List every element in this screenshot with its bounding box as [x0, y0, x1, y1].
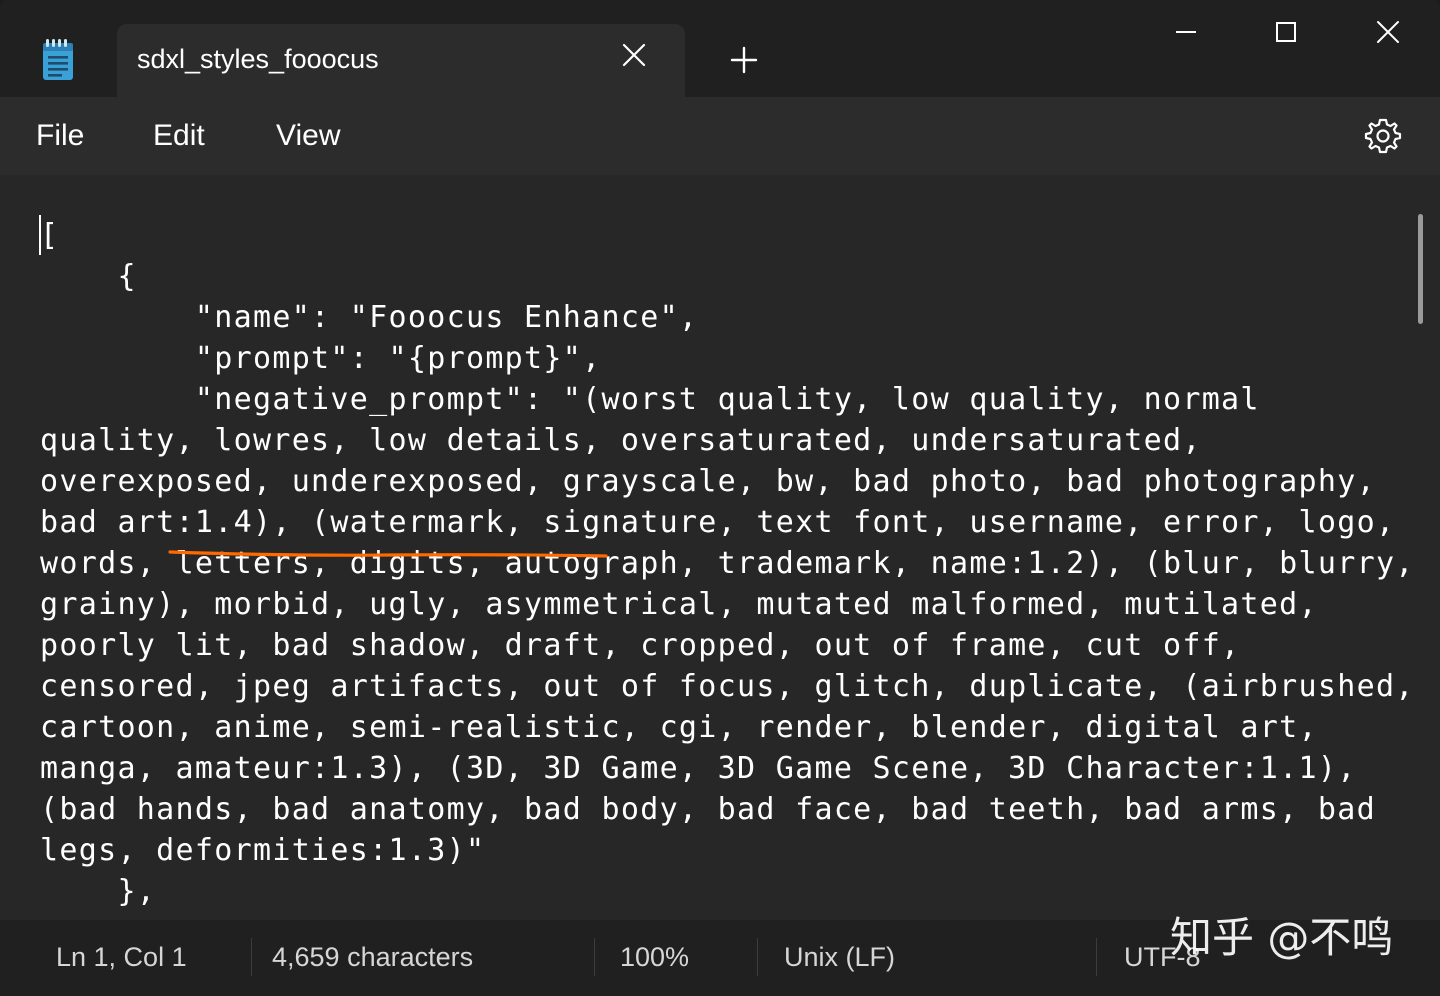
editor-line: }, — [40, 874, 157, 909]
watermark: 知乎 @不鸣 — [1170, 913, 1394, 962]
title-bar[interactable]: sdxl_styles_fooocus — [0, 0, 1440, 97]
notepad-app-icon — [43, 39, 73, 80]
minimize-icon[interactable] — [1164, 14, 1208, 50]
status-divider — [251, 938, 252, 976]
maximize-icon[interactable] — [1264, 14, 1308, 50]
close-icon[interactable] — [619, 40, 649, 70]
highlight-underline — [168, 550, 608, 558]
editor-line: "name": "Fooocus Enhance", — [40, 300, 699, 335]
editor-line: { — [40, 259, 137, 294]
menu-view[interactable]: View — [276, 119, 340, 153]
editor-line: bad art:1.4), (watermark, signature, tex… — [40, 505, 1396, 540]
editor-line: quality, lowres, low details, oversatura… — [40, 423, 1202, 458]
text-caret — [39, 215, 41, 255]
gear-icon[interactable] — [1364, 117, 1402, 155]
window-close-icon[interactable] — [1366, 14, 1410, 50]
editor-line: censored, jpeg artifacts, out of focus, … — [40, 669, 1415, 704]
editor-line: [ — [40, 218, 60, 253]
editor-line: legs, deformities:1.3)" — [40, 833, 486, 868]
tab-title: sdxl_styles_fooocus — [137, 44, 379, 74]
menu-bar: File Edit View — [0, 97, 1440, 175]
zoom-level[interactable]: 100% — [620, 942, 689, 973]
editor-line: grainy), morbid, ugly, asymmetrical, mut… — [40, 587, 1318, 622]
status-divider — [757, 938, 758, 976]
character-count: 4,659 characters — [272, 942, 474, 972]
editor-line: "prompt": "{prompt}", — [40, 341, 602, 376]
status-divider — [594, 938, 595, 976]
tab-sdxl-styles-fooocus[interactable]: sdxl_styles_fooocus — [117, 24, 685, 97]
editor-line: (bad hands, bad anatomy, bad body, bad f… — [40, 792, 1376, 827]
editor-line: poorly lit, bad shadow, draft, cropped, … — [40, 628, 1241, 663]
editor-line: overexposed, underexposed, grayscale, bw… — [40, 464, 1376, 499]
menu-edit[interactable]: Edit — [153, 119, 205, 153]
editor-line: cartoon, anime, semi-realistic, cgi, ren… — [40, 710, 1318, 745]
editor-content[interactable]: [ { "name": "Fooocus Enhance", "prompt":… — [40, 215, 1413, 912]
text-editor[interactable]: [ { "name": "Fooocus Enhance", "prompt":… — [0, 175, 1440, 920]
line-ending[interactable]: Unix (LF) — [784, 942, 895, 973]
notepad-window: sdxl_styles_fooocus File Edit View [{"… — [0, 0, 1440, 996]
plus-icon[interactable] — [728, 44, 760, 76]
status-divider — [1096, 938, 1097, 976]
menu-file[interactable]: File — [36, 119, 84, 153]
cursor-position: Ln 1, Col 1 — [56, 942, 187, 972]
editor-line: "negative_prompt": "(worst quality, low … — [40, 382, 1260, 417]
vertical-scrollbar[interactable] — [1418, 214, 1423, 324]
editor-line: manga, amateur:1.3), (3D, 3D Game, 3D Ga… — [40, 751, 1357, 786]
